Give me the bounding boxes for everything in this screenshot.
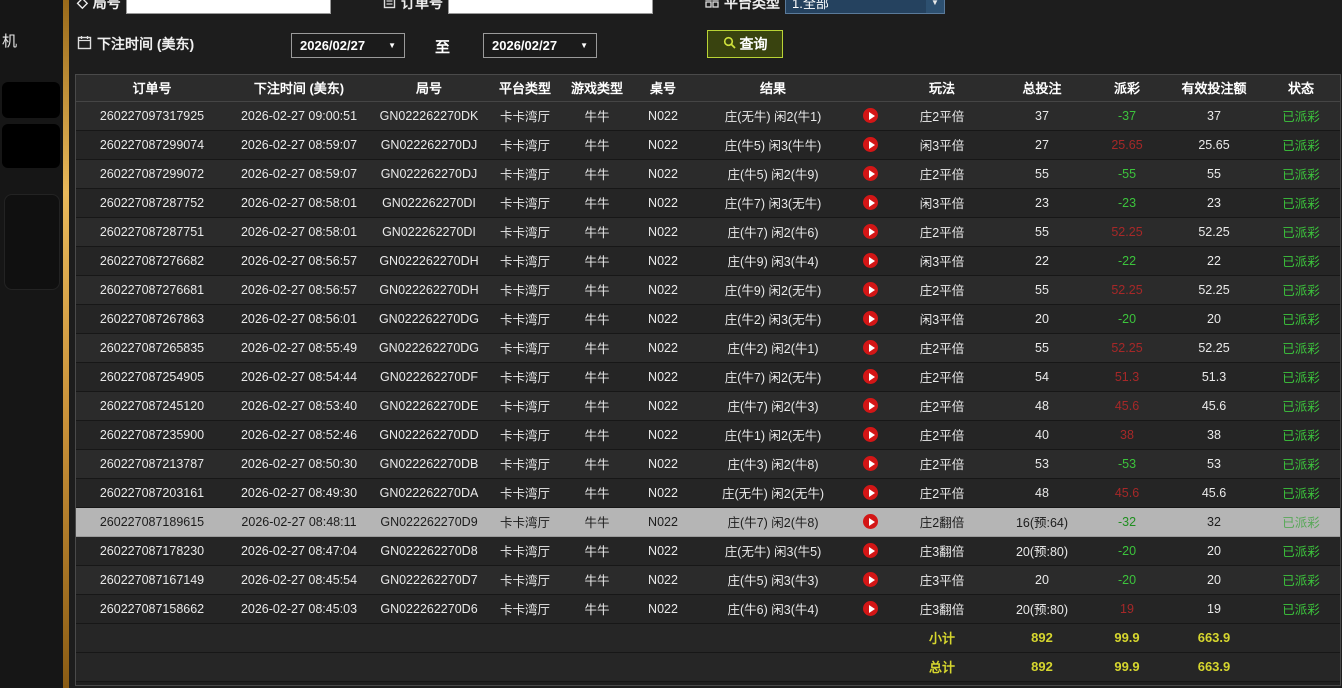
table-body: 2602270973179252026-02-27 09:00:51GN0222… [76, 101, 1340, 681]
date-from-select[interactable]: 2026/02/27 ▼ [291, 33, 405, 58]
total-valid-bet-value: 663.9 [1166, 623, 1262, 652]
round-input[interactable] [126, 0, 331, 14]
play-icon[interactable] [863, 137, 878, 152]
play-icon[interactable] [863, 311, 878, 326]
play-icon[interactable] [863, 195, 878, 210]
to-label: 至 [435, 36, 450, 57]
table-row[interactable]: 2602270871671492026-02-27 08:45:54GN0222… [76, 565, 1340, 594]
table-row[interactable]: 2602270872877512026-02-27 08:58:01GN0222… [76, 217, 1340, 246]
play-icon[interactable] [863, 456, 878, 471]
sidebar-text: 机 [2, 30, 17, 51]
table-row[interactable]: 2602270872766812026-02-27 08:56:57GN0222… [76, 275, 1340, 304]
column-header: 局号 [370, 75, 488, 101]
table-row[interactable]: 2602270872990722026-02-27 08:59:07GN0222… [76, 159, 1340, 188]
table-row[interactable]: 2602270871896152026-02-27 08:48:11GN0222… [76, 507, 1340, 536]
total-label: 总计 [888, 652, 996, 681]
column-header: 游戏类型 [562, 75, 632, 101]
play-icon[interactable] [863, 601, 878, 616]
column-header: 订单号 [76, 75, 228, 101]
bet-time-label: 下注时间 (美东) [97, 34, 194, 54]
play-icon[interactable] [863, 572, 878, 587]
table-row[interactable]: 2602270872678632026-02-27 08:56:01GN0222… [76, 304, 1340, 333]
play-icon[interactable] [863, 427, 878, 442]
table-row[interactable]: 2602270871782302026-02-27 08:47:04GN0222… [76, 536, 1340, 565]
sidebar: 机 [0, 0, 63, 688]
total-status-empty [1262, 652, 1340, 681]
total-row: 总计89299.9663.9 [76, 652, 1340, 681]
chevron-down-icon: ▼ [388, 41, 396, 50]
table-row[interactable]: 2602270871586622026-02-27 08:45:03GN0222… [76, 594, 1340, 623]
round-label: 局号 [93, 0, 121, 13]
order-input[interactable] [448, 0, 653, 14]
column-header: 状态 [1262, 75, 1340, 101]
order-filter: 订单号 [383, 0, 653, 14]
play-icon[interactable] [863, 282, 878, 297]
table-row[interactable]: 2602270872451202026-02-27 08:53:40GN0222… [76, 391, 1340, 420]
play-icon[interactable] [863, 166, 878, 181]
total-status-empty [1262, 623, 1340, 652]
diamond-icon: ◇ [77, 0, 88, 11]
table-header-row: 订单号下注时间 (美东)局号平台类型游戏类型桌号结果 玩法总投注派彩有效投注额状态 [76, 75, 1340, 101]
table-row[interactable]: 2602270872990742026-02-27 08:59:07GN0222… [76, 130, 1340, 159]
main-panel: ◇ 局号 订单号 平台类型 1.全部 ▼ 下注时间 (美东) 2026/02/2… [69, 0, 1342, 688]
records-table: 订单号下注时间 (美东)局号平台类型游戏类型桌号结果 玩法总投注派彩有效投注额状态… [75, 74, 1341, 686]
play-icon[interactable] [863, 369, 878, 384]
column-header [852, 75, 888, 101]
table-row[interactable]: 2602270872031612026-02-27 08:49:30GN0222… [76, 478, 1340, 507]
column-header: 桌号 [632, 75, 694, 101]
table-row[interactable]: 2602270872359002026-02-27 08:52:46GN0222… [76, 420, 1340, 449]
document-icon [383, 0, 396, 12]
play-icon[interactable] [863, 224, 878, 239]
round-filter: ◇ 局号 [77, 0, 331, 14]
sidebar-button[interactable] [2, 124, 60, 168]
total-payout-value: 99.9 [1088, 652, 1166, 681]
play-icon[interactable] [863, 253, 878, 268]
platform-label: 平台类型 [724, 0, 780, 13]
table-row[interactable]: 2602270872877522026-02-27 08:58:01GN0222… [76, 188, 1340, 217]
total-bet-value: 892 [996, 652, 1088, 681]
total-valid-bet-value: 663.9 [1166, 652, 1262, 681]
query-button-label: 查询 [740, 34, 768, 54]
play-icon[interactable] [863, 398, 878, 413]
platform-filter: 平台类型 1.全部 ▼ [705, 0, 945, 14]
total-bet-value: 892 [996, 623, 1088, 652]
calendar-icon [77, 35, 92, 53]
chevron-down-icon: ▼ [580, 41, 588, 50]
column-header: 总投注 [996, 75, 1088, 101]
play-icon[interactable] [863, 543, 878, 558]
search-icon [723, 36, 736, 52]
column-header: 玩法 [888, 75, 996, 101]
column-header: 派彩 [1088, 75, 1166, 101]
table-row[interactable]: 2602270973179252026-02-27 09:00:51GN0222… [76, 101, 1340, 130]
bet-time-filter: 下注时间 (美东) [77, 34, 194, 54]
table-row[interactable]: 2602270872137872026-02-27 08:50:30GN0222… [76, 449, 1340, 478]
play-icon[interactable] [863, 340, 878, 355]
total-label: 小计 [888, 623, 996, 652]
date-to-select[interactable]: 2026/02/27 ▼ [483, 33, 597, 58]
total-payout-value: 99.9 [1088, 623, 1166, 652]
chevron-down-icon: ▼ [926, 0, 944, 13]
play-icon[interactable] [863, 514, 878, 529]
play-icon[interactable] [863, 108, 878, 123]
column-header: 结果 [694, 75, 852, 101]
grid-icon [705, 0, 719, 11]
platform-selected-value: 1.全部 [786, 0, 926, 13]
column-header: 平台类型 [488, 75, 562, 101]
table-row[interactable]: 2602270872766822026-02-27 08:56:57GN0222… [76, 246, 1340, 275]
table-row[interactable]: 2602270872658352026-02-27 08:55:49GN0222… [76, 333, 1340, 362]
date-from-value: 2026/02/27 [300, 38, 365, 53]
play-icon[interactable] [863, 485, 878, 500]
total-row: 小计89299.9663.9 [76, 623, 1340, 652]
sidebar-panel [4, 194, 60, 290]
column-header: 有效投注额 [1166, 75, 1262, 101]
order-label: 订单号 [401, 0, 443, 13]
sidebar-button[interactable] [2, 82, 60, 118]
column-header: 下注时间 (美东) [228, 75, 370, 101]
table-row[interactable]: 2602270872549052026-02-27 08:54:44GN0222… [76, 362, 1340, 391]
platform-select[interactable]: 1.全部 ▼ [785, 0, 945, 14]
query-button[interactable]: 查询 [707, 30, 783, 58]
date-to-value: 2026/02/27 [492, 38, 557, 53]
